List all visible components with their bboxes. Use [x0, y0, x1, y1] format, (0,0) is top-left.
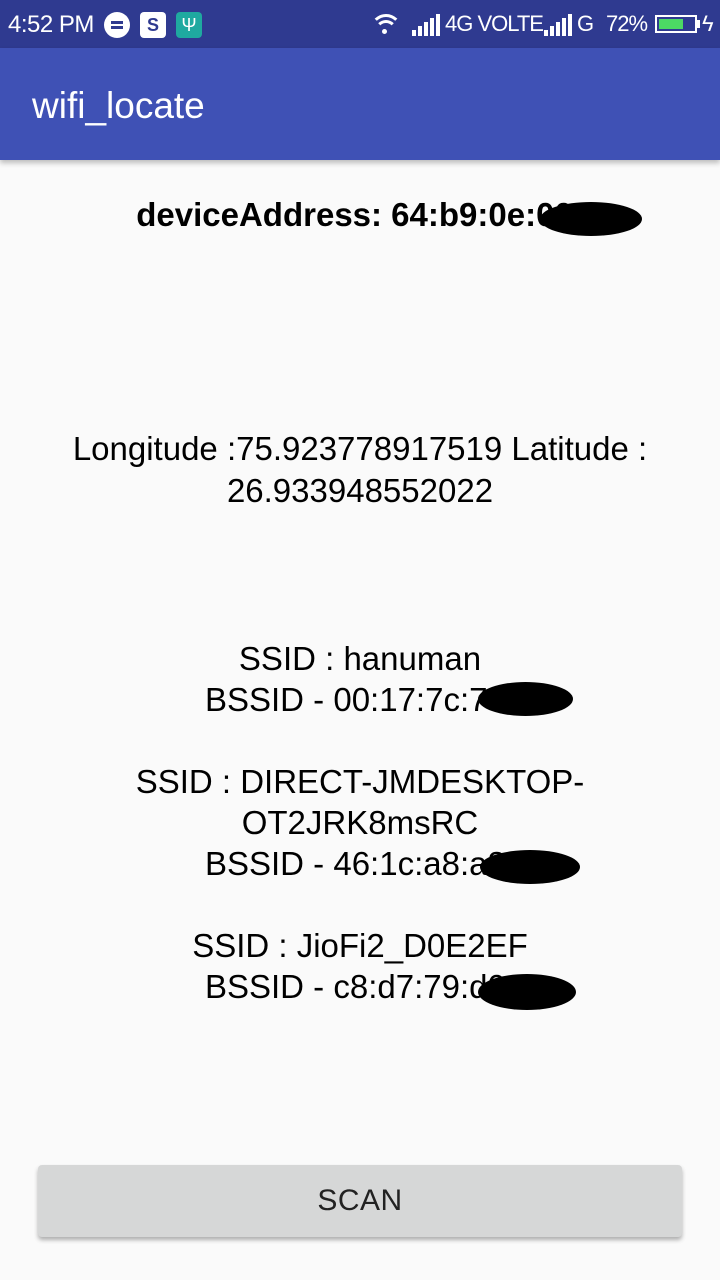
redaction-mark [540, 202, 642, 236]
ssid-label: SSID : JioFi2_D0E2EF [192, 927, 528, 964]
ssid-label: SSID : DIRECT-JMDESKTOP-OT2JRK8msRC [135, 763, 585, 841]
wifi-icon [370, 12, 402, 36]
battery-fill [659, 19, 683, 29]
sync-icon [140, 12, 166, 38]
list-item: SSID : DIRECT-JMDESKTOP-OT2JRK8msRC BSSI… [20, 761, 700, 884]
usb-icon [176, 12, 202, 38]
battery-icon [655, 15, 697, 33]
redaction-mark [480, 850, 580, 884]
battery-tip [697, 20, 700, 28]
wifi-list: SSID : hanuman BSSID - 00:17:7c:70: SSID… [20, 638, 700, 1048]
bssid-label: BSSID - 46:1c:a8:a8: [204, 845, 515, 882]
list-item: SSID : JioFi2_D0E2EF BSSID - c8:d7:79:d0… [20, 925, 700, 1007]
ssid-label: SSID : hanuman [238, 640, 482, 677]
message-icon [104, 12, 130, 38]
status-time: 4:52 PM [8, 11, 94, 38]
bssid-label: BSSID - 00:17:7c:70: [204, 681, 515, 718]
status-bar: 4:52 PM 4G VOLTE G 72% ϟ [0, 0, 720, 48]
redaction-mark [478, 682, 573, 716]
location-text: Longitude :75.923778917519 Latitude : 26… [72, 430, 648, 509]
charging-icon: ϟ [702, 11, 714, 36]
network-g-label: G [577, 11, 594, 36]
list-item: SSID : hanuman BSSID - 00:17:7c:70: [20, 638, 700, 720]
scan-button[interactable]: SCAN [38, 1165, 682, 1237]
battery-percent: 72% [606, 11, 648, 36]
app-bar: wifi_locate [0, 48, 720, 160]
app-title: wifi_locate [32, 85, 205, 126]
bssid-label: BSSID - c8:d7:79:d0: [204, 968, 515, 1005]
redaction-mark [478, 974, 576, 1010]
network-4g-label: 4G VOLTE [445, 11, 544, 36]
